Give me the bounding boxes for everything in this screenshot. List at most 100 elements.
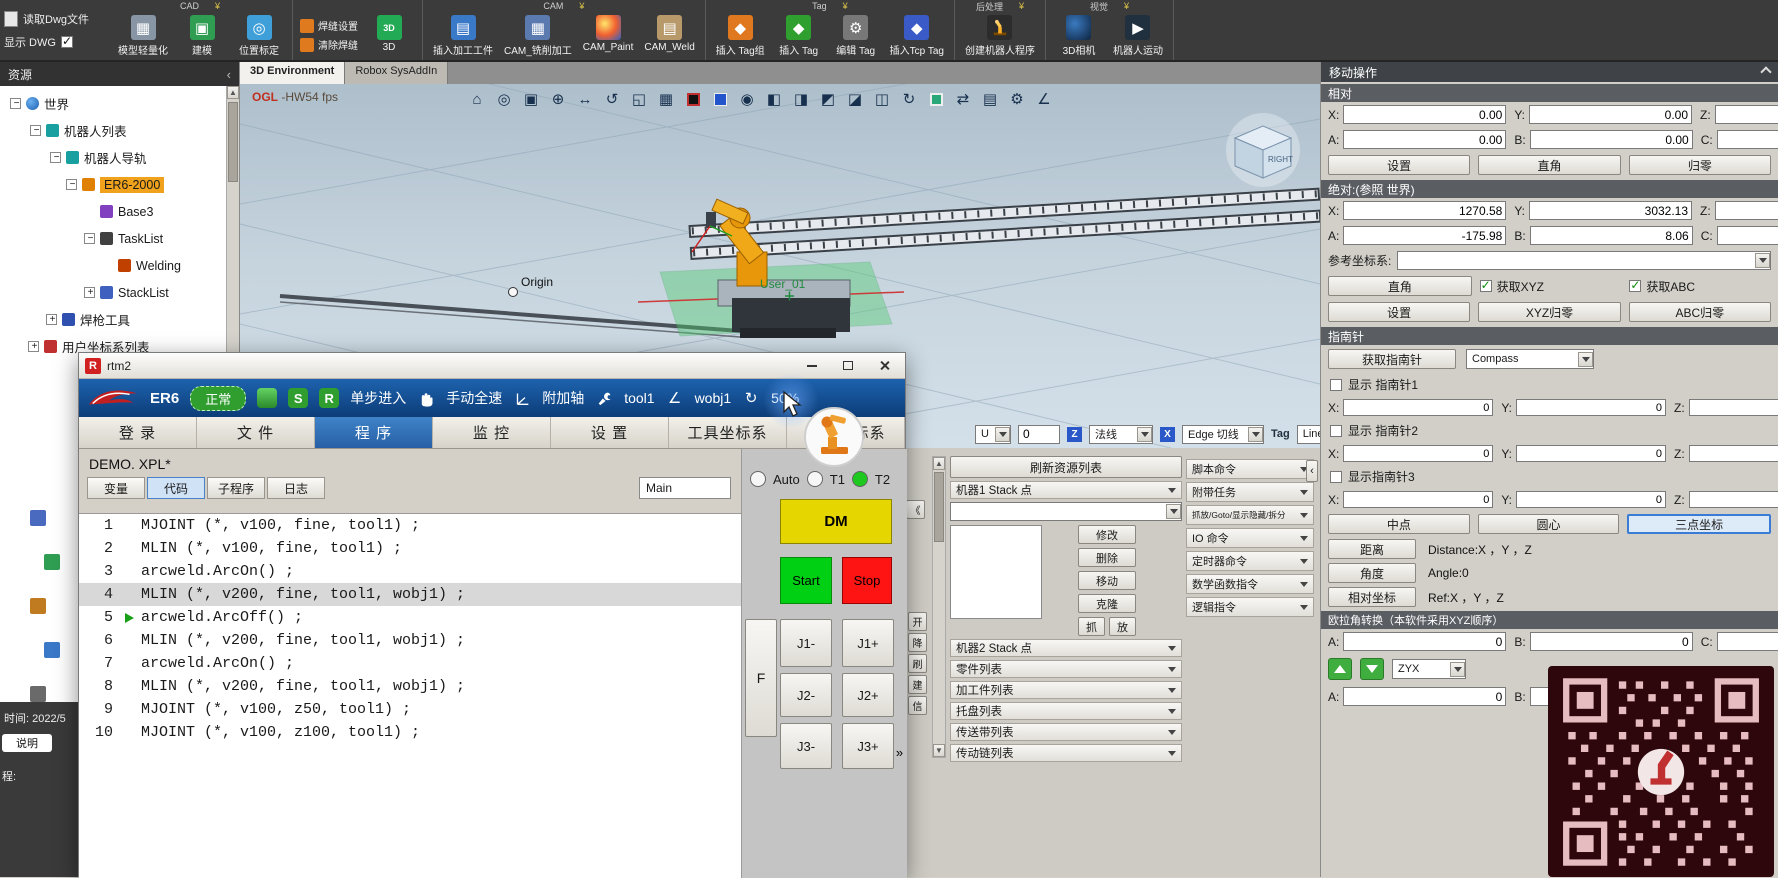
wobj-label[interactable]: wobj1: [695, 390, 732, 406]
scroll-down-icon[interactable]: ▼: [933, 744, 945, 757]
cam-milling-button[interactable]: ▦CAM_铣削加工: [501, 14, 575, 58]
order-up-button[interactable]: [1328, 658, 1352, 680]
insert-tcp-tag-button[interactable]: ◆插入Tcp Tag: [887, 14, 947, 58]
view-cube[interactable]: RIGHT: [1226, 113, 1300, 187]
workplane-icon[interactable]: [924, 87, 948, 111]
insert-tag-group-button[interactable]: ◆插入 Tag组: [713, 14, 768, 58]
scroll-up-icon[interactable]: ▲: [227, 86, 239, 99]
clone-button[interactable]: 克隆: [1078, 594, 1136, 613]
mode-icon[interactable]: [257, 388, 277, 408]
axis-select[interactable]: U: [975, 425, 1011, 444]
xyz-zero-button[interactable]: XYZ归零: [1478, 302, 1620, 322]
insert-workpiece-button[interactable]: ▤插入加工工件: [430, 14, 496, 58]
note-badge[interactable]: 说明: [2, 734, 52, 752]
section-part-list[interactable]: 零件列表: [950, 660, 1182, 678]
compass3-y-input[interactable]: [1516, 491, 1666, 508]
abs-y-input[interactable]: [1529, 201, 1692, 220]
grid-icon[interactable]: ▦: [654, 87, 678, 111]
auto-radio[interactable]: [750, 471, 766, 487]
grab-button[interactable]: 抓: [1078, 617, 1105, 636]
edit-tag-button[interactable]: ⚙编辑 Tag: [830, 14, 882, 58]
pan-icon[interactable]: ↔: [573, 87, 597, 111]
rel-b-input[interactable]: [1530, 130, 1693, 149]
lightweight-model-button[interactable]: ▦模型轻量化: [115, 14, 171, 58]
subtab-subprogram[interactable]: 子程序: [207, 477, 265, 499]
scrollbar-thumb[interactable]: [228, 102, 238, 182]
stop-button[interactable]: Stop: [842, 557, 892, 604]
frame-set-button[interactable]: 设置: [1328, 302, 1470, 322]
tab-settings[interactable]: 设 置: [551, 417, 669, 448]
compass1-z-input[interactable]: [1689, 399, 1778, 416]
fit-view-icon[interactable]: ◱: [627, 87, 651, 111]
manual-mode-label[interactable]: 手动全速: [446, 388, 502, 408]
view-right-icon[interactable]: ◨: [789, 87, 813, 111]
show-compass3-checkbox[interactable]: [1330, 471, 1342, 483]
section-pallet-list[interactable]: 托盘列表: [950, 702, 1182, 720]
view-iso1-icon[interactable]: ◩: [816, 87, 840, 111]
strip-button-1[interactable]: 开: [908, 612, 927, 631]
code-line-selected[interactable]: 4MLIN (*, v200, fine, tool1, wobj1) ;: [79, 583, 741, 606]
abc-zero-button[interactable]: ABC归零: [1629, 302, 1771, 322]
orbit-icon[interactable]: ◎: [492, 87, 516, 111]
distance-button[interactable]: 距离: [1328, 539, 1416, 559]
section-chain-list[interactable]: 传动链列表: [950, 744, 1182, 762]
home-icon[interactable]: ⌂: [465, 87, 489, 111]
strip-button-3[interactable]: 刷: [908, 654, 927, 673]
relative-coord-button[interactable]: 相对坐标: [1328, 587, 1416, 607]
code-editor[interactable]: 1MJOINT (*, v100, fine, tool1) ; 2MLIN (…: [79, 513, 741, 878]
rel-x-input[interactable]: [1343, 105, 1506, 124]
subtab-variables[interactable]: 变量: [87, 477, 145, 499]
rel-y-input[interactable]: [1529, 105, 1692, 124]
t1-radio[interactable]: [807, 471, 823, 487]
compass-select[interactable]: Compass: [1466, 349, 1594, 369]
section-machine2-stack[interactable]: 机器2 Stack 点: [950, 639, 1182, 657]
euler-b-input[interactable]: [1530, 632, 1693, 651]
close-button[interactable]: [869, 356, 899, 376]
cam-weld-button[interactable]: ▤CAM_Weld: [641, 14, 697, 54]
j1-plus-button[interactable]: J1+: [842, 619, 894, 667]
j2-plus-button[interactable]: J2+: [842, 673, 894, 717]
tab-tool-frame[interactable]: 工具坐标系: [669, 417, 787, 448]
weld-seam-settings-button[interactable]: 焊缝设置: [300, 18, 358, 33]
view-split-icon[interactable]: ◫: [870, 87, 894, 111]
subtab-log[interactable]: 日志: [267, 477, 325, 499]
show-compass2-checkbox[interactable]: [1330, 425, 1342, 437]
code-line[interactable]: 1MJOINT (*, v100, fine, tool1) ;: [79, 514, 741, 537]
group-dialog-icon[interactable]: ¥: [843, 1, 848, 11]
collapse-sidebar-icon[interactable]: ‹: [227, 67, 231, 82]
show-dwg-checkbox[interactable]: [61, 36, 73, 48]
collapse-up-icon[interactable]: [1760, 66, 1771, 77]
strip-button-4[interactable]: 建: [908, 675, 927, 694]
scroll-up-icon[interactable]: ▲: [933, 457, 945, 470]
expand-icon[interactable]: [30, 125, 41, 136]
j3-minus-button[interactable]: J3-: [780, 723, 832, 769]
abs-c-input[interactable]: [1717, 226, 1778, 245]
order-down-button[interactable]: [1360, 658, 1384, 680]
compass3-x-input[interactable]: [1343, 491, 1493, 508]
compass3-z-input[interactable]: [1689, 491, 1778, 508]
rtm2-window[interactable]: R rtm2 ER6 正常 S R 单步进入 手动全速 附加轴 tool1 ∠ …: [78, 352, 906, 877]
angle-button[interactable]: 角度: [1328, 563, 1416, 583]
tree-item-base3[interactable]: Base3: [0, 198, 239, 225]
zoom-in-icon[interactable]: ⊕: [546, 87, 570, 111]
shaded-mode-icon[interactable]: [681, 87, 705, 111]
t2-radio[interactable]: [852, 471, 868, 487]
clear-weld-seam-button[interactable]: 清除焊缝: [300, 37, 358, 52]
expand-icon[interactable]: [84, 233, 95, 244]
compass2-z-input[interactable]: [1689, 445, 1778, 462]
tree-item-weld-gun[interactable]: 焊枪工具: [0, 306, 239, 333]
tag-type-select[interactable]: Line: [1297, 425, 1320, 444]
position-calibration-button[interactable]: ◎位置标定: [233, 14, 285, 58]
settings-icon[interactable]: ⚙: [1005, 87, 1029, 111]
tree-item-er6-2000[interactable]: ER6-2000: [0, 171, 239, 198]
robot-motion-button[interactable]: ▶机器人运动: [1110, 14, 1166, 58]
insert-tag-button[interactable]: ◆插入 Tag: [773, 14, 825, 58]
routine-select[interactable]: Main: [639, 477, 731, 499]
s-mode-badge[interactable]: S: [288, 388, 308, 408]
code-line[interactable]: 6MLIN (*, v200, fine, tool1, wobj1) ;: [79, 629, 741, 652]
expand-icon[interactable]: [28, 341, 39, 352]
rotate-cw-icon[interactable]: ↻: [897, 87, 921, 111]
stack-point-list[interactable]: [950, 525, 1042, 619]
get-xyz-checkbox[interactable]: [1480, 280, 1492, 292]
reference-frame-select[interactable]: [1397, 251, 1771, 270]
